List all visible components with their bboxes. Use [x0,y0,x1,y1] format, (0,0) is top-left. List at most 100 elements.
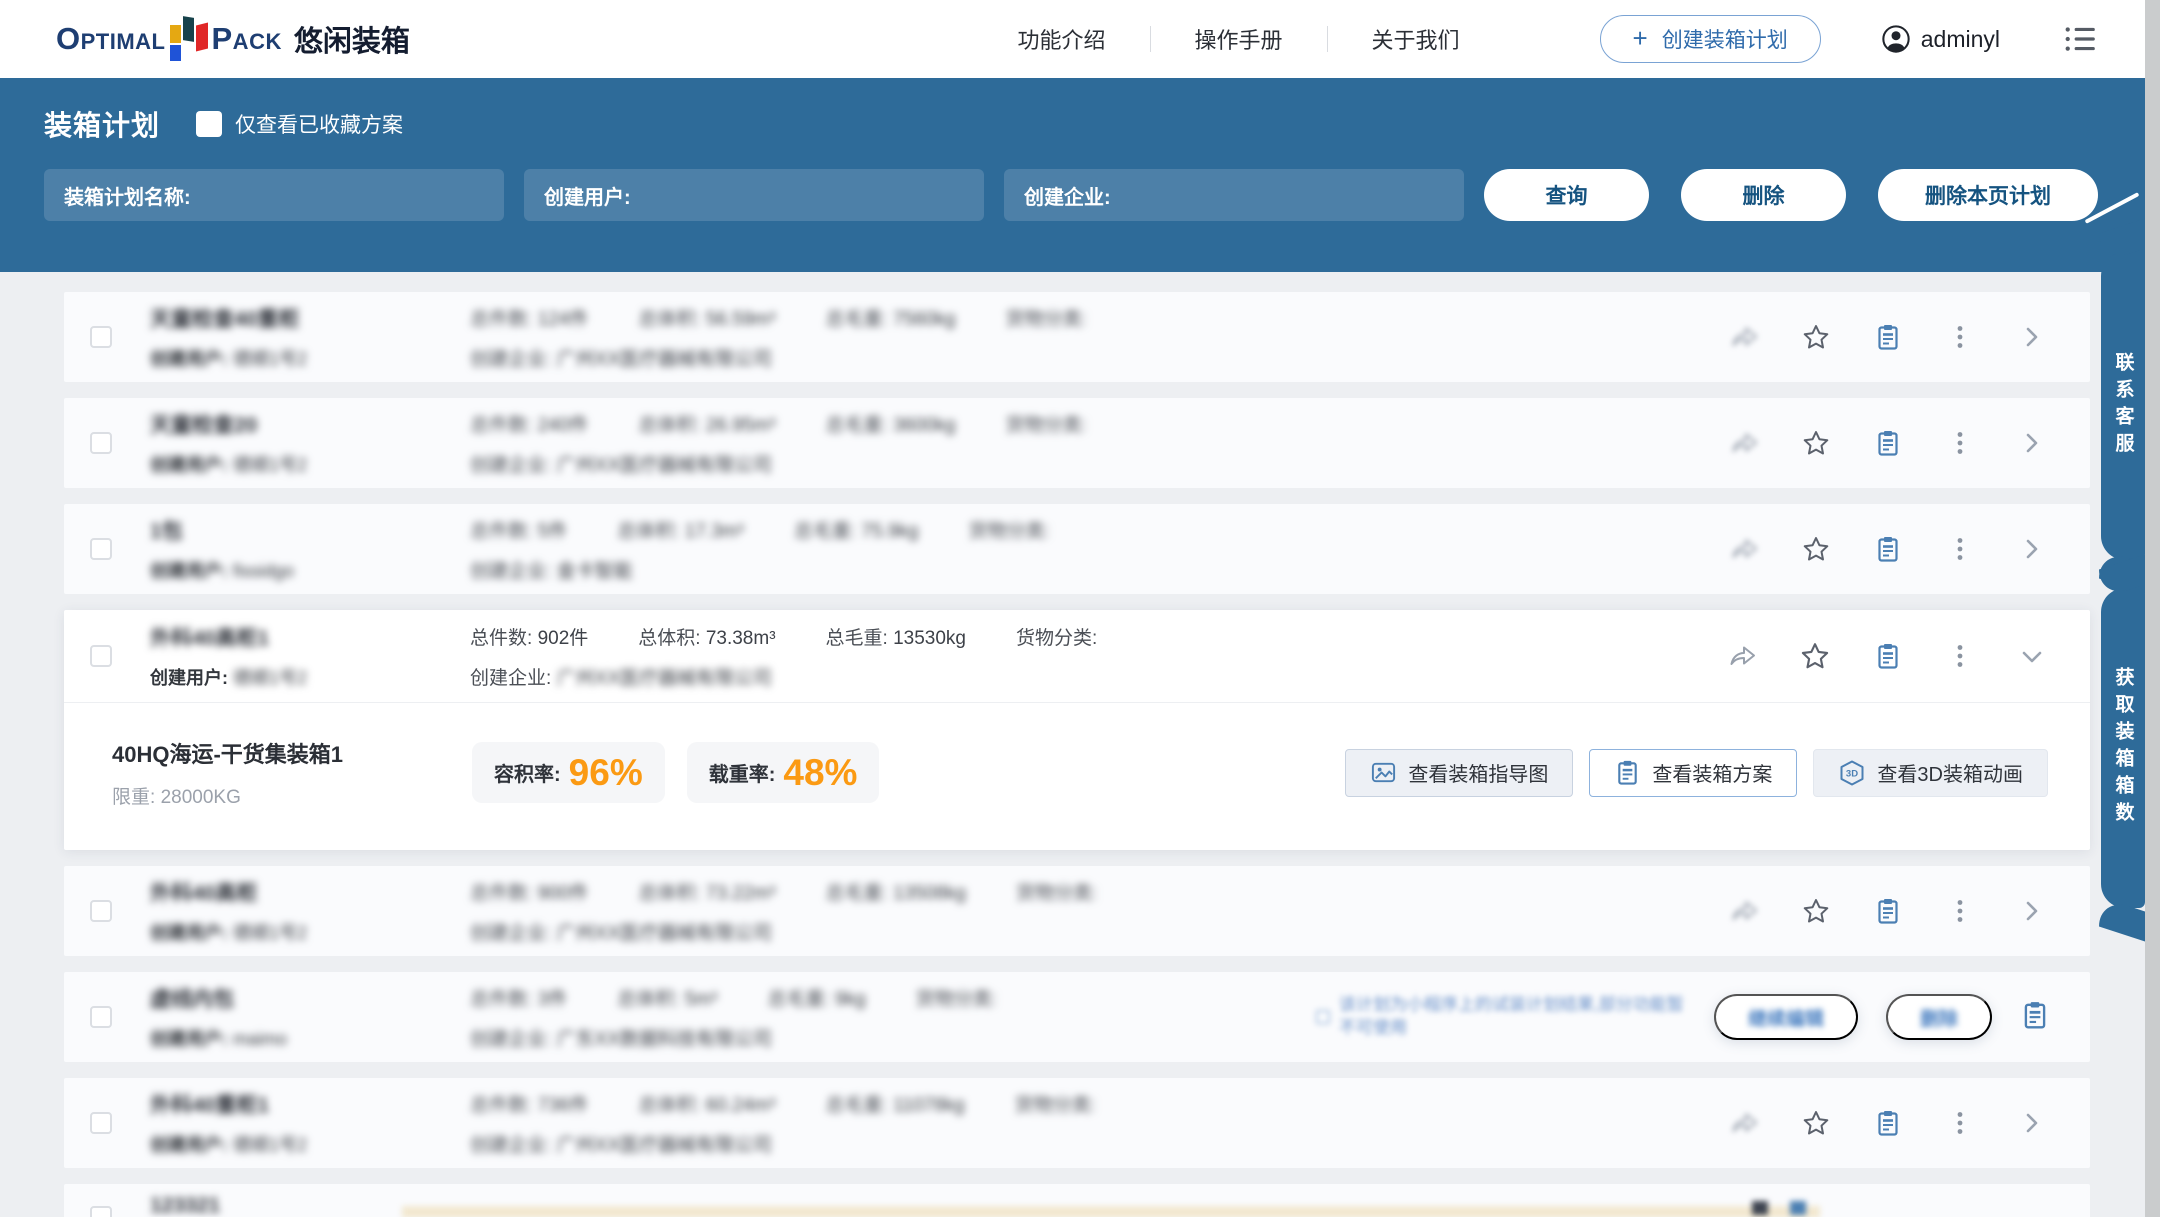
volume-ratio-value: 96% [569,754,643,791]
favorites-filter[interactable]: 仅查看已收藏方案 [196,109,403,139]
row-checkbox[interactable] [90,1206,112,1217]
share-icon[interactable] [1728,642,1756,670]
row-checkbox[interactable] [90,538,112,560]
list-menu-icon[interactable] [2064,24,2098,54]
company-value: 广州XX医疗器械有限公司 [557,455,772,476]
plan-creator: 创建用户: 德顺1号2 [150,451,405,477]
contact-support-tab[interactable]: 联系客服 [2101,252,2145,560]
favorite-star-icon[interactable] [1800,641,1830,671]
plan-title-block: 123321 [150,1192,405,1217]
clipboard-icon[interactable] [1874,1109,1902,1137]
plan-row[interactable]: 天童检查20 创建用户: 德顺1号2 总件数: 240件 总体积: 26.95m… [64,398,2090,488]
plan-row[interactable]: 1包 创建用户: fissidgo 总件数: 5件 总体积: 17.3m³ 总毛… [64,504,2090,594]
more-options-icon[interactable] [1946,897,1974,925]
page-scrollbar[interactable] [2145,0,2160,1217]
nav-item-features[interactable]: 功能介绍 [974,23,1150,55]
favorite-star-icon[interactable] [1802,429,1830,457]
blurred-mark [1752,1201,1768,1215]
plan-name-input[interactable]: 装箱计划名称: [44,169,504,221]
plan-list: 天童检查40重柜 创建用户: 德顺1号2 总件数: 124件 总体积: 56.5… [0,272,2145,1217]
create-plan-button[interactable]: + 创建装箱计划 [1600,15,1821,63]
username: adminyl [1921,26,2000,53]
plan-creator: 创建用户: 德顺1号2 [150,1131,405,1157]
plan-creator: 创建用户: maimo [150,1025,405,1051]
total-weight-value: 9kg [835,989,866,1010]
total-count-value: 240件 [538,415,589,436]
row-actions [1730,429,2046,457]
favorites-checkbox[interactable] [196,111,222,137]
share-icon[interactable] [1730,323,1758,351]
plus-icon: + [1633,25,1648,51]
share-icon[interactable] [1730,429,1758,457]
total-count-label: 总件数: [470,1095,532,1116]
company-input[interactable]: 创建企业: [1004,169,1464,221]
delete-plan-button[interactable]: 删除 [1886,994,1992,1040]
more-options-icon[interactable] [1946,429,1974,457]
chevron-right-icon[interactable] [2018,897,2046,925]
delete-page-button[interactable]: 删除本页计划 [1878,169,2098,221]
chevron-down-icon[interactable] [2018,642,2046,670]
share-icon[interactable] [1730,535,1758,563]
view-guide-image-button[interactable]: 查看装箱指导图 [1345,749,1573,797]
nav-item-manual[interactable]: 操作手册 [1151,23,1327,55]
total-count-value: 900件 [538,883,589,904]
clipboard-icon[interactable] [1874,897,1902,925]
more-options-icon[interactable] [1946,323,1974,351]
plan-row-expanded[interactable]: 外科40高柜1 创建用户: 德顺1号2 总件数: 902件 总体积: 73.38… [64,610,2090,850]
row-checkbox[interactable] [90,1006,112,1028]
user-menu[interactable]: adminyl [1881,24,2000,54]
favorite-star-icon[interactable] [1802,535,1830,563]
view-3d-animation-button[interactable]: 查看3D装箱动画 [1813,749,2048,797]
favorite-star-icon[interactable] [1802,897,1830,925]
plan-title: 外科40高柜 [150,877,405,907]
row-checkbox[interactable] [90,1112,112,1134]
row-checkbox[interactable] [90,432,112,454]
share-icon[interactable] [1730,897,1758,925]
get-box-count-tab[interactable]: 获取装箱箱数 [2101,588,2145,908]
plan-row[interactable]: 天童检查40重柜 创建用户: 德顺1号2 总件数: 124件 总体积: 56.5… [64,292,2090,382]
share-icon[interactable] [1730,1109,1758,1137]
chevron-right-icon[interactable] [2018,429,2046,457]
plan-row[interactable]: 外科40高柜 创建用户: 德顺1号2 总件数: 900件 总体积: 73.22m… [64,866,2090,956]
clipboard-icon[interactable] [1874,323,1902,351]
total-weight-label: 总毛重: [826,309,888,330]
app-logo[interactable]: Optimal Pack 悠闲装箱 [56,14,410,64]
clipboard-icon[interactable] [1874,535,1902,563]
view-packing-plan-label: 查看装箱方案 [1652,758,1772,787]
plan-stats: 总件数: 3件 总体积: 5m³ 总毛重: 9kg 货物分类: 创建企业: 广东… [470,984,997,1051]
more-options-icon[interactable] [1946,535,1974,563]
nav-item-about[interactable]: 关于我们 [1328,23,1504,55]
more-options-icon[interactable] [1946,1109,1974,1137]
search-button[interactable]: 查询 [1484,169,1649,221]
clipboard-icon[interactable] [1874,429,1902,457]
plan-row-miniprogram[interactable]: 虚线内包 创建用户: maimo 总件数: 3件 总体积: 5m³ 总毛重: 9… [64,972,2090,1062]
company-label: 创建企业: [470,923,551,944]
chevron-right-icon[interactable] [2018,323,2046,351]
highlighted-band [402,1206,1820,1217]
chevron-right-icon[interactable] [2018,1109,2046,1137]
more-options-icon[interactable] [1946,642,1974,670]
plan-row[interactable]: 外科40重柜1 创建用户: 德顺1号2 总件数: 736件 总体积: 60.24… [64,1078,2090,1168]
row-checkbox[interactable] [90,900,112,922]
row-actions [1730,897,2046,925]
delete-plan-label: 删除 [1920,1004,1958,1031]
favorite-star-icon[interactable] [1802,323,1830,351]
chevron-right-icon[interactable] [2018,535,2046,563]
continue-edit-button[interactable]: 继续编辑 [1714,994,1858,1040]
view-packing-plan-button[interactable]: 查看装箱方案 [1589,749,1797,797]
delete-button[interactable]: 删除 [1681,169,1846,221]
note-checkbox[interactable] [1316,1010,1330,1024]
clipboard-icon[interactable] [1874,642,1902,670]
plan-stats: 总件数: 902件 总体积: 73.38m³ 总毛重: 13530kg 货物分类… [470,623,1097,690]
logo-cn-text: 悠闲装箱 [294,18,410,60]
total-weight-value: 13508kg [893,883,966,904]
row-checkbox[interactable] [90,645,112,667]
plan-title: 123321 [150,1194,405,1217]
plan-row[interactable]: 123321 [64,1184,2090,1217]
creator-input[interactable]: 创建用户: [524,169,984,221]
company-input-label: 创建企业: [1024,181,1111,210]
row-checkbox[interactable] [90,326,112,348]
clipboard-icon[interactable] [2020,1000,2050,1035]
row-actions [1730,323,2046,351]
favorite-star-icon[interactable] [1802,1109,1830,1137]
